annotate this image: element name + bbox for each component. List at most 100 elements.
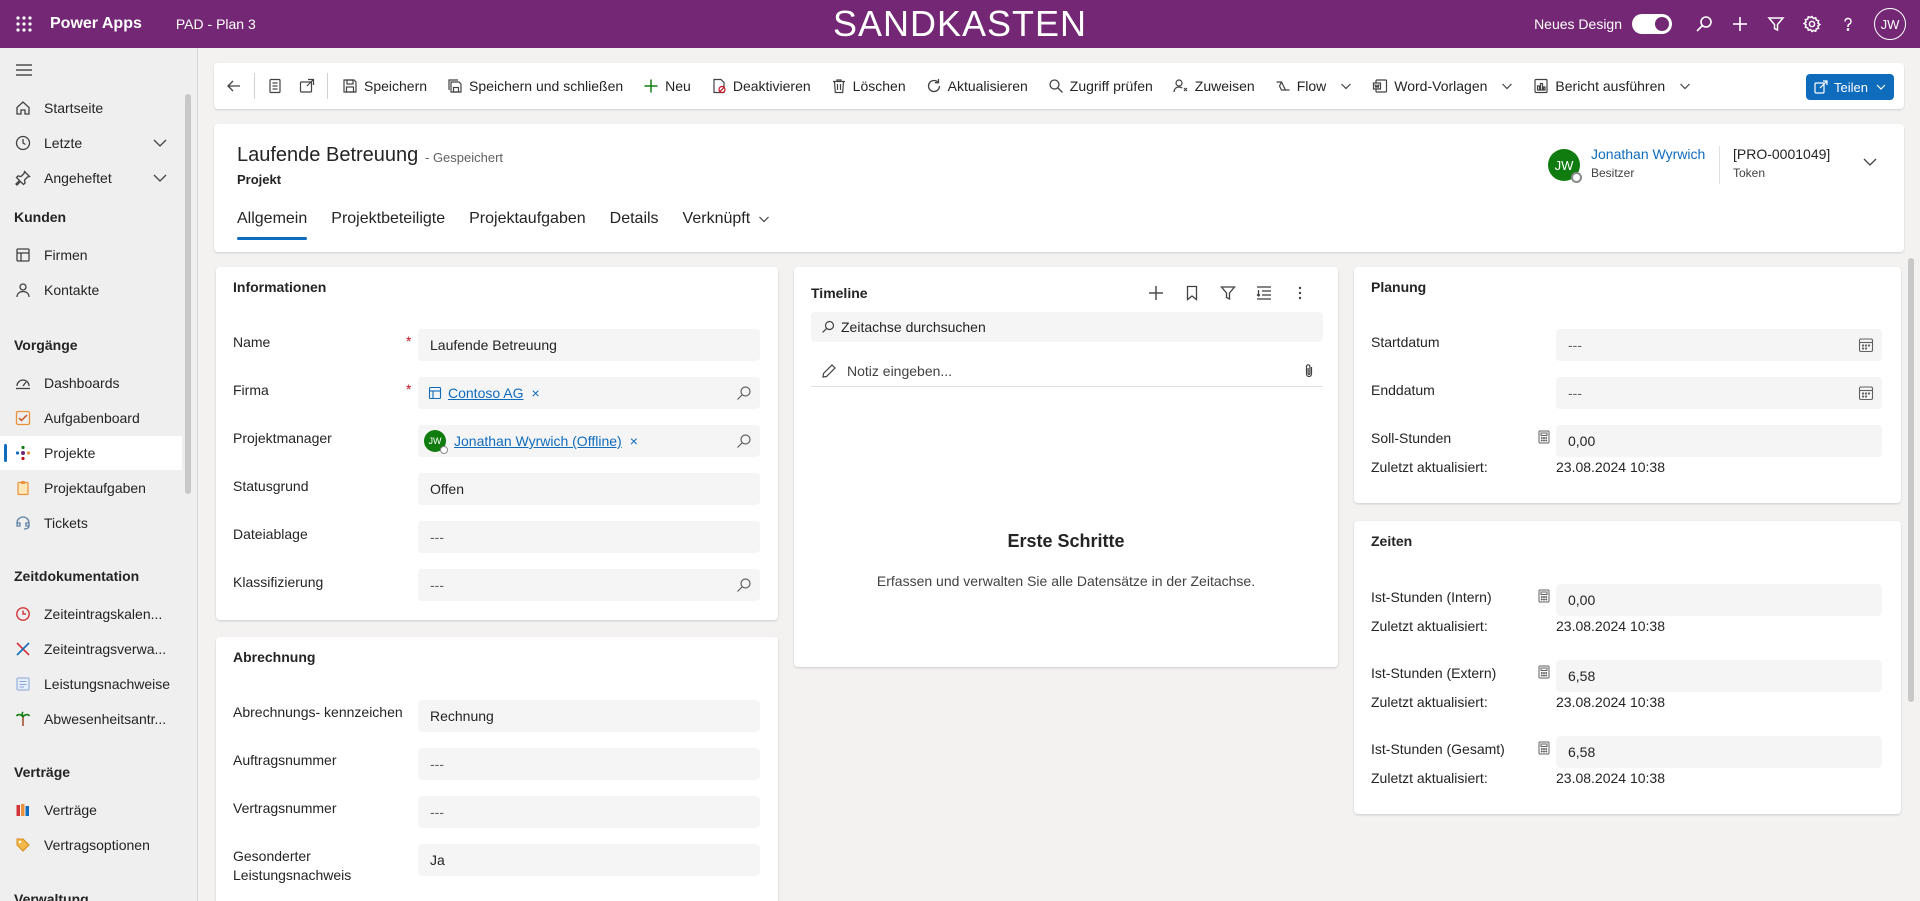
save-button[interactable]: Speichern: [332, 63, 437, 109]
delete-button[interactable]: Löschen: [821, 63, 916, 109]
sidebar-scrollbar[interactable]: [185, 94, 191, 494]
main-scrollbar[interactable]: [1908, 258, 1914, 702]
more-options-icon[interactable]: [1282, 285, 1318, 301]
chevron-down-icon[interactable]: [152, 170, 168, 186]
soll-stunden-field[interactable]: 0,00: [1556, 425, 1882, 457]
check-access-button[interactable]: Zugriff prüfen: [1038, 63, 1163, 109]
share-button[interactable]: Teilen: [1806, 74, 1894, 100]
back-button[interactable]: [218, 63, 250, 109]
sidebar-item-leistungsnachweise[interactable]: Leistungsnachweise: [0, 667, 182, 701]
owner-link[interactable]: Jonathan Wyrwich: [1591, 146, 1705, 162]
tab-allgemein[interactable]: Allgemein: [237, 210, 308, 240]
search-icon[interactable]: [736, 385, 752, 401]
sidebar-item-dashboards[interactable]: Dashboards: [0, 366, 182, 400]
sidebar-item-zeiteintragskalender[interactable]: Zeiteintragskalen...: [0, 597, 182, 631]
sidebar-item-abwesenheitsantraege[interactable]: Abwesenheitsantr...: [0, 702, 182, 736]
firma-link[interactable]: Contoso AG: [448, 385, 524, 401]
new-design-toggle[interactable]: [1632, 14, 1672, 34]
enddatum-field[interactable]: ---: [1556, 377, 1882, 409]
filter-icon[interactable]: [1210, 285, 1246, 301]
plus-icon[interactable]: [1722, 0, 1758, 48]
access-search-icon: [1048, 78, 1064, 94]
gear-icon[interactable]: [1794, 0, 1830, 48]
attachment-icon[interactable]: [1301, 363, 1317, 379]
name-field[interactable]: Laufende Betreuung: [418, 329, 760, 361]
owner-avatar[interactable]: JW: [1548, 149, 1582, 183]
sidebar-item-projekte[interactable]: Projekte: [0, 436, 182, 470]
auftragsnummer-field[interactable]: ---: [418, 748, 760, 780]
field-label: Statusgrund: [233, 478, 309, 494]
sidebar-item-letzte[interactable]: Letzte: [0, 126, 182, 160]
owner-initials: JW: [1554, 157, 1574, 173]
plus-icon[interactable]: [1138, 285, 1174, 301]
search-icon[interactable]: [736, 577, 752, 593]
vertragsnummer-field[interactable]: ---: [418, 796, 760, 828]
sidebar-item-startseite[interactable]: Startseite: [0, 91, 182, 125]
board-icon: [13, 408, 33, 428]
sidebar-item-kontakte[interactable]: Kontakte: [0, 273, 182, 307]
note-input[interactable]: Notiz eingeben...: [811, 355, 1323, 387]
app-name[interactable]: Power Apps: [50, 15, 142, 33]
flow-button[interactable]: Flow: [1265, 63, 1363, 109]
assign-button[interactable]: Zuweisen: [1163, 63, 1265, 109]
remove-firma-icon[interactable]: ×: [532, 385, 540, 401]
word-templates-button[interactable]: Word-Vorlagen: [1362, 63, 1523, 109]
timeline-search-placeholder: Zeitachse durchsuchen: [841, 319, 986, 335]
search-icon: [821, 320, 835, 334]
filter-icon[interactable]: [1758, 0, 1794, 48]
calendar-icon[interactable]: [1858, 337, 1874, 353]
sidebar-item-angeheftet[interactable]: Angeheftet: [0, 161, 182, 195]
field-label: Gesonderter Leistungsnachweis: [233, 848, 352, 883]
tab-projektaufgaben[interactable]: Projektaufgaben: [469, 210, 586, 240]
sidebar-item-zeiteintragsverwaltung[interactable]: Zeiteintragsverwa...: [0, 632, 182, 666]
timeline-toolbar: [1138, 285, 1318, 301]
sidebar-item-projektaufgaben[interactable]: Projektaufgaben: [0, 471, 182, 505]
projektmanager-link[interactable]: Jonathan Wyrwich (Offline): [454, 433, 622, 449]
refresh-button[interactable]: Aktualisieren: [916, 63, 1038, 109]
hamburger-icon[interactable]: [12, 58, 36, 82]
user-avatar[interactable]: JW: [1874, 8, 1906, 40]
search-icon[interactable]: [736, 433, 752, 449]
open-new-window-button[interactable]: [291, 63, 323, 109]
ist-stunden-extern-field[interactable]: 6,58: [1556, 660, 1882, 692]
sidebar-item-tickets[interactable]: Tickets: [0, 506, 182, 540]
deactivate-button[interactable]: Deaktivieren: [701, 63, 821, 109]
timeline-search-input[interactable]: Zeitachse durchsuchen: [811, 312, 1323, 342]
dateiablage-field[interactable]: ---: [418, 521, 760, 553]
sidebar-item-firmen[interactable]: Firmen: [0, 238, 182, 272]
save-and-close-button[interactable]: Speichern und schließen: [437, 63, 633, 109]
firma-lookup[interactable]: Contoso AG ×: [418, 377, 760, 409]
klassifizierung-lookup[interactable]: ---: [418, 569, 760, 601]
startdatum-field[interactable]: ---: [1556, 329, 1882, 361]
header-expand-chevron-icon[interactable]: [1862, 154, 1878, 170]
pin-icon: [13, 168, 33, 188]
run-report-button[interactable]: Bericht ausführen: [1523, 63, 1701, 109]
timeline-empty-title: Erste Schritte: [1007, 531, 1125, 551]
abrechnungskennzeichen-field[interactable]: Rechnung: [418, 700, 760, 732]
projektmanager-lookup[interactable]: JW Jonathan Wyrwich (Offline) ×: [418, 425, 760, 457]
remove-projektmanager-icon[interactable]: ×: [630, 433, 638, 449]
record-set-button[interactable]: [259, 63, 291, 109]
divider: [1719, 146, 1720, 184]
ist-stunden-intern-field[interactable]: 0,00: [1556, 584, 1882, 616]
tab-verknuepft[interactable]: Verknüpft: [683, 210, 771, 240]
help-icon[interactable]: [1830, 0, 1866, 48]
sidebar-item-aufgabenboard[interactable]: Aufgabenboard: [0, 401, 182, 435]
sidebar-item-vertragsoptionen[interactable]: Vertragsoptionen: [0, 828, 182, 862]
waffle-icon[interactable]: [0, 0, 48, 48]
ist-stunden-gesamt-field[interactable]: 6,58: [1556, 736, 1882, 768]
chevron-down-icon[interactable]: [152, 135, 168, 151]
statusgrund-field[interactable]: Offen: [418, 473, 760, 505]
environment-name[interactable]: PAD - Plan 3: [176, 16, 256, 32]
tab-projektbeteiligte[interactable]: Projektbeteiligte: [331, 210, 445, 240]
tab-details[interactable]: Details: [610, 210, 659, 240]
new-button[interactable]: Neu: [633, 63, 701, 109]
plus-icon: [643, 78, 659, 94]
sort-list-icon[interactable]: [1246, 285, 1282, 301]
calculator-icon: [1538, 741, 1550, 755]
sidebar-item-vertraege[interactable]: Verträge: [0, 793, 182, 827]
leistungsnachweis-field[interactable]: Ja: [418, 844, 760, 876]
calendar-icon[interactable]: [1858, 385, 1874, 401]
search-icon[interactable]: [1686, 0, 1722, 48]
bookmark-icon[interactable]: [1174, 285, 1210, 301]
